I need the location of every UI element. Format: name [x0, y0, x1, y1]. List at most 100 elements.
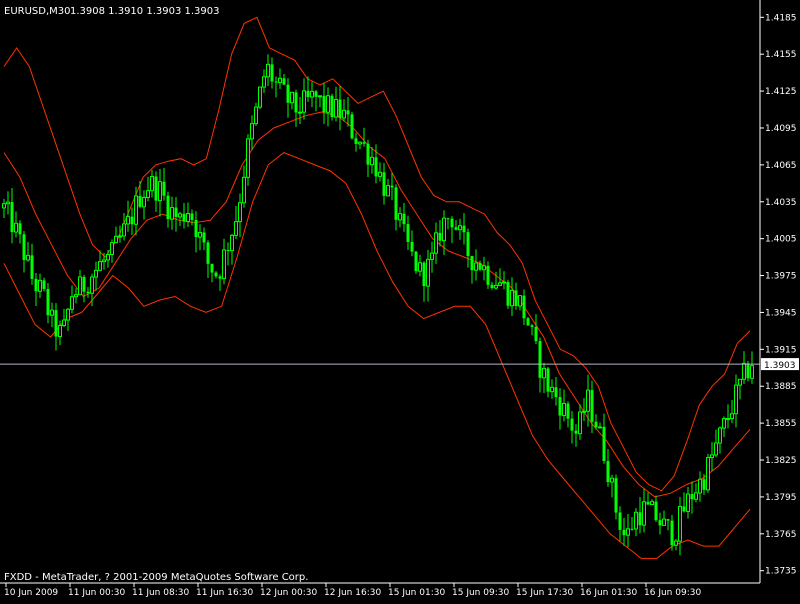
- x-tick-label: 11 Jun 08:30: [132, 588, 189, 598]
- candle-body: [202, 232, 206, 243]
- candle-body: [146, 190, 150, 199]
- candle-body: [62, 319, 66, 327]
- candle-body: [90, 276, 94, 294]
- candle-body: [210, 263, 214, 273]
- candle-body: [138, 195, 142, 207]
- candle-body: [74, 294, 78, 298]
- candle-body: [218, 276, 222, 279]
- candle-body: [50, 309, 54, 316]
- candle-body: [38, 279, 42, 292]
- candle-body: [258, 86, 262, 108]
- candle-body: [606, 461, 610, 483]
- candle-body: [162, 181, 166, 196]
- candle: [330, 93, 334, 121]
- candle-body: [730, 413, 734, 420]
- candle-body: [490, 284, 494, 289]
- candle-body: [678, 505, 682, 542]
- candle-body: [654, 501, 658, 521]
- candle-body: [462, 225, 466, 233]
- candle-body: [650, 501, 654, 505]
- y-tick-label: 1.3735: [765, 567, 797, 577]
- candle-body: [226, 249, 230, 251]
- candle-body: [474, 262, 478, 271]
- candle-body: [78, 276, 82, 296]
- candle-body: [722, 418, 726, 429]
- candle-body: [602, 426, 606, 462]
- candle-body: [686, 493, 690, 512]
- x-tick-label: 15 Jun 09:30: [452, 588, 509, 598]
- candle-body: [702, 479, 706, 490]
- candle-body: [470, 256, 474, 271]
- candle-body: [126, 216, 130, 225]
- candle-body: [578, 411, 582, 435]
- candle-body: [46, 288, 50, 316]
- candle-body: [390, 185, 394, 188]
- candle-body: [290, 91, 294, 104]
- candle-body: [398, 213, 402, 221]
- candle-body: [502, 281, 506, 284]
- candle-body: [506, 281, 510, 306]
- y-tick-label: 1.3945: [765, 308, 797, 318]
- candle: [506, 279, 510, 309]
- candle-body: [570, 418, 574, 431]
- candle-body: [282, 78, 286, 85]
- candle-body: [254, 106, 258, 125]
- candle-body: [94, 269, 98, 278]
- candlestick-chart[interactable]: 1.3903 1.4185 1.4155 1.4125 1.4095 1.4065 1.4…: [0, 0, 800, 600]
- candle-body: [342, 109, 346, 119]
- candle-body: [434, 232, 438, 254]
- candle: [414, 250, 418, 274]
- candle-body: [286, 84, 290, 103]
- candle-body: [450, 218, 454, 228]
- candle-body: [534, 326, 538, 342]
- candle-body: [418, 262, 422, 272]
- candle-body: [410, 241, 414, 252]
- candle-body: [98, 261, 102, 271]
- candle-body: [222, 249, 226, 280]
- candle-body: [250, 123, 254, 140]
- candle-body: [22, 234, 26, 260]
- x-tick-label: 12 Jun 00:30: [260, 588, 317, 598]
- candle-body: [542, 367, 546, 379]
- y-tick-label: 1.3795: [765, 493, 797, 503]
- candle-body: [642, 501, 646, 526]
- candle-body: [526, 318, 530, 326]
- x-tick-label: 11 Jun 00:30: [68, 588, 125, 598]
- candle-body: [6, 201, 10, 205]
- candle-body: [86, 291, 90, 294]
- candle-body: [182, 213, 186, 222]
- candle-body: [190, 213, 194, 220]
- candle-body: [694, 492, 698, 500]
- candle-body: [498, 282, 502, 286]
- y-tick-label: 1.3885: [765, 382, 797, 392]
- candle-body: [314, 91, 318, 97]
- candle-body: [426, 258, 430, 287]
- candle-body: [58, 325, 62, 338]
- candle-body: [166, 195, 170, 220]
- candle-body: [122, 223, 126, 237]
- candle-body: [206, 242, 210, 264]
- candle-body: [590, 390, 594, 422]
- candle-body: [298, 111, 302, 114]
- candle-body: [278, 77, 282, 83]
- candle-body: [374, 157, 378, 177]
- y-tick-label: 1.4095: [765, 124, 797, 134]
- candle-body: [106, 253, 110, 261]
- candle-body: [438, 232, 442, 241]
- chart-root[interactable]: 1.3903 1.4185 1.4155 1.4125 1.4095 1.4065 1.4…: [0, 0, 800, 600]
- candle-body: [662, 518, 666, 526]
- candle-body: [110, 242, 114, 255]
- candle-body: [178, 213, 182, 218]
- candle-body: [630, 528, 634, 530]
- y-tick-label: 1.3825: [765, 456, 797, 466]
- candle: [258, 86, 262, 110]
- candle-body: [594, 421, 598, 428]
- candle-body: [266, 63, 270, 78]
- candle-body: [554, 387, 558, 398]
- candle-body: [2, 203, 6, 209]
- x-tick-label: 12 Jun 16:30: [324, 588, 381, 598]
- candle-body: [198, 232, 202, 238]
- candle-body: [330, 95, 334, 118]
- candle-body: [70, 296, 74, 310]
- y-tick-label: 1.4155: [765, 50, 797, 60]
